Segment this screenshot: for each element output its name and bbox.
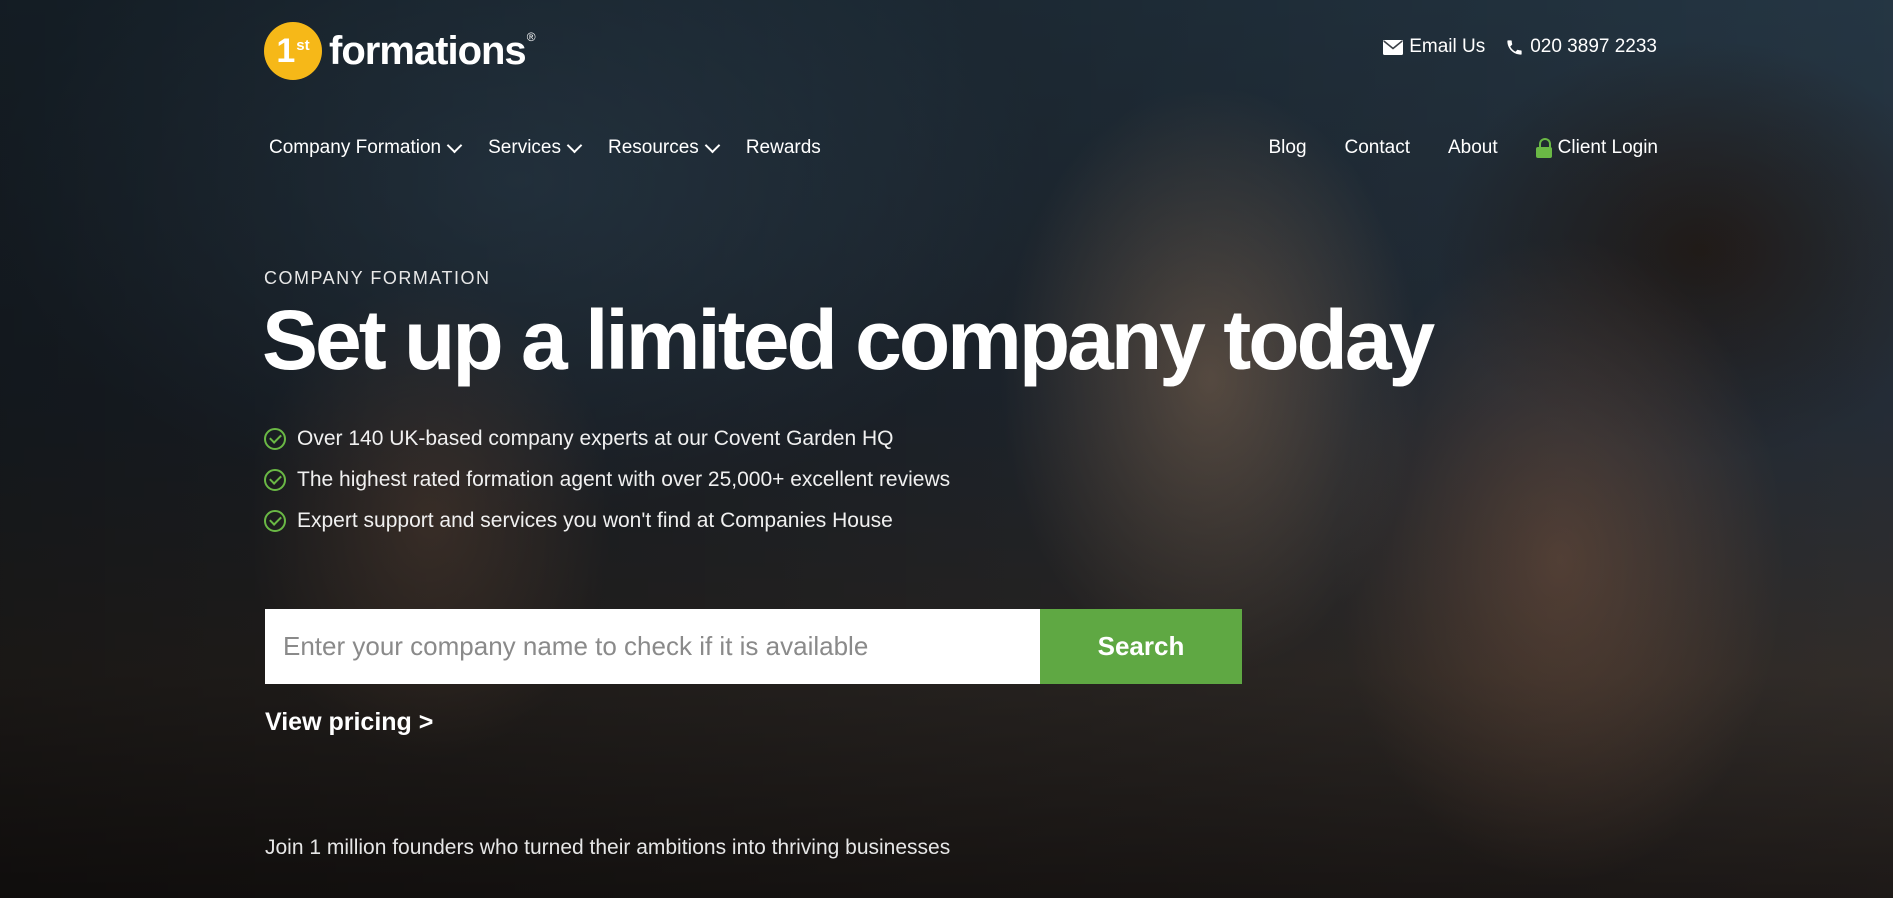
nav-company-formation-label: Company Formation xyxy=(269,137,442,158)
chevron-down-icon xyxy=(566,137,583,153)
check-circle-icon xyxy=(264,468,286,491)
phone-number: 020 3897 2233 xyxy=(1530,36,1657,57)
registered-mark: ® xyxy=(526,30,536,44)
hero-eyebrow: COMPANY FORMATION xyxy=(264,268,491,288)
email-us-label: Email Us xyxy=(1409,36,1486,57)
email-us-link[interactable]: Email Us xyxy=(1383,36,1485,58)
list-item: Expert support and services you won't fi… xyxy=(264,500,950,541)
benefit-text: Over 140 UK-based company experts at our… xyxy=(297,426,894,450)
client-login-link[interactable]: Client Login xyxy=(1535,137,1658,159)
logo-wordmark: formations xyxy=(329,28,527,73)
chevron-down-icon xyxy=(446,137,463,153)
logo-badge-sup: st xyxy=(296,37,310,54)
company-name-search-input[interactable] xyxy=(265,609,1040,684)
chevron-down-icon xyxy=(704,137,721,153)
logo[interactable]: 1st formations ® xyxy=(264,22,536,80)
list-item: The highest rated formation agent with o… xyxy=(264,459,950,500)
hero-headline: Set up a limited company today xyxy=(262,293,1435,387)
company-name-search-form: Search xyxy=(265,609,1242,684)
nav-contact[interactable]: Contact xyxy=(1345,137,1410,159)
phone-link[interactable]: 020 3897 2233 xyxy=(1505,36,1657,58)
view-pricing-link[interactable]: View pricing > xyxy=(265,708,433,737)
check-circle-icon xyxy=(264,427,286,450)
nav-resources[interactable]: Resources xyxy=(607,137,721,159)
nav-rewards[interactable]: Rewards xyxy=(746,137,821,159)
nav-blog[interactable]: Blog xyxy=(1268,137,1306,159)
benefit-text: The highest rated formation agent with o… xyxy=(297,467,951,491)
nav-rewards-label: Rewards xyxy=(745,137,821,158)
hero-benefits-list: Over 140 UK-based company experts at our… xyxy=(264,418,950,541)
search-button[interactable]: Search xyxy=(1040,609,1242,684)
client-login-label: Client Login xyxy=(1557,137,1658,158)
lock-icon xyxy=(1535,138,1552,158)
nav-services[interactable]: Services xyxy=(488,137,583,159)
logo-badge: 1st xyxy=(264,22,322,80)
envelope-icon xyxy=(1383,39,1404,55)
hero-section: 1st formations ® Email Us 020 3897 2233 … xyxy=(0,0,1893,898)
nav-company-formation[interactable]: Company Formation xyxy=(269,137,463,159)
logo-badge-number: 1 xyxy=(276,32,296,70)
nav-services-label: Services xyxy=(488,137,561,158)
nav-about[interactable]: About xyxy=(1448,137,1498,159)
check-circle-icon xyxy=(264,509,286,532)
nav-resources-label: Resources xyxy=(607,137,699,158)
phone-icon xyxy=(1507,39,1522,55)
top-contact-bar: Email Us 020 3897 2233 xyxy=(1383,36,1657,58)
main-nav: Company Formation Services Resources Rew… xyxy=(269,137,821,159)
hero-tagline: Join 1 million founders who turned their… xyxy=(265,836,951,859)
list-item: Over 140 UK-based company experts at our… xyxy=(264,418,950,459)
secondary-nav: Blog Contact About Client Login xyxy=(1268,137,1658,159)
benefit-text: Expert support and services you won't fi… xyxy=(297,508,893,532)
